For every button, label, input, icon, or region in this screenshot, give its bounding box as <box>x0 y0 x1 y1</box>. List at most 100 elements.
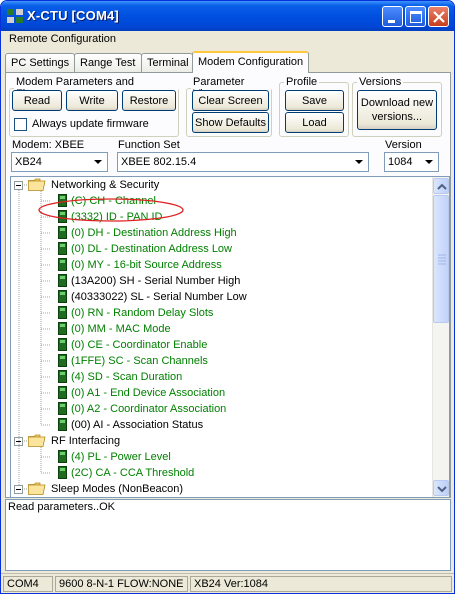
function-set-select[interactable]: XBEE 802.15.4 <box>117 152 369 172</box>
tree-group[interactable]: Networking & Security <box>11 177 431 193</box>
parameter-text: (0) RN - Random Delay Slots <box>71 307 214 319</box>
minimize-button[interactable] <box>382 6 403 27</box>
parameter-icon <box>58 226 67 239</box>
xctu-window: X-CTU [COM4] Remote Configuration PC Set… <box>0 0 455 594</box>
parameter-row[interactable]: (0) RN - Random Delay Slots <box>11 305 431 321</box>
parameter-row[interactable]: (0) DH - Destination Address High <box>11 225 431 241</box>
parameter-icon <box>58 450 67 463</box>
modem-select-value: XB24 <box>15 156 42 168</box>
parameter-row[interactable]: (0) CE - Coordinator Enable <box>11 337 431 353</box>
parameter-icon <box>58 242 67 255</box>
write-button[interactable]: Write <box>66 90 118 111</box>
parameter-tree[interactable]: Networking & Security (C) CH - Channel (33… <box>10 176 450 498</box>
remote-configuration-menu[interactable]: Remote Configuration <box>9 33 116 45</box>
parameter-text: (0) DH - Destination Address High <box>71 227 237 239</box>
tree-group[interactable]: RF Interfacing <box>11 433 431 449</box>
parameter-icon <box>58 306 67 319</box>
scroll-up-icon <box>437 183 447 190</box>
parameter-icon <box>58 354 67 367</box>
parameter-icon <box>58 370 67 383</box>
scroll-down-button[interactable] <box>433 480 449 496</box>
always-update-checkbox[interactable] <box>14 118 27 131</box>
parameter-row[interactable]: (4) PL - Power Level <box>11 449 431 465</box>
collapse-toggle[interactable] <box>14 437 23 446</box>
tree-group-label: Sleep Modes (NonBeacon) <box>51 483 184 495</box>
profile-legend: Profile <box>286 76 318 88</box>
tree-group[interactable]: Sleep Modes (NonBeacon) <box>11 481 431 497</box>
status-port: COM4 <box>3 576 53 592</box>
minus-icon <box>16 441 21 442</box>
parameter-text: (4) SD - Scan Duration <box>71 371 183 383</box>
minus-icon <box>16 489 21 490</box>
parameter-icon <box>58 322 67 335</box>
minus-icon <box>16 185 21 186</box>
parameter-text: (0) CE - Coordinator Enable <box>71 339 208 351</box>
modem-label: Modem: XBEE <box>12 139 85 151</box>
parameter-row[interactable]: (2C) CA - CCA Threshold <box>11 465 431 481</box>
folder-icon <box>28 434 46 447</box>
parameter-row[interactable]: (4) SD - Scan Duration <box>11 369 431 385</box>
parameter-row[interactable]: (0) A1 - End Device Association <box>11 385 431 401</box>
maximize-icon <box>410 11 422 23</box>
restore-button[interactable]: Restore <box>122 90 176 111</box>
collapse-toggle[interactable] <box>14 485 23 494</box>
load-profile-button[interactable]: Load <box>285 112 344 133</box>
function-set-value: XBEE 802.15.4 <box>121 156 197 168</box>
parameter-text: (0) MY - 16-bit Source Address <box>71 259 222 271</box>
tab-modem-configuration[interactable]: Modem Configuration <box>192 51 309 73</box>
tree-scrollbar[interactable] <box>432 177 449 497</box>
tab-pc-settings[interactable]: PC Settings <box>5 53 75 73</box>
download-line-1: Download new <box>360 97 434 109</box>
version-value: 1084 <box>388 156 413 168</box>
parameter-icon <box>58 386 67 399</box>
save-profile-button[interactable]: Save <box>285 90 344 111</box>
scroll-thumb[interactable] <box>433 195 449 323</box>
version-label: Version <box>385 139 422 151</box>
chevron-down-icon <box>351 154 367 170</box>
parameter-text: (2C) CA - CCA Threshold <box>71 467 195 479</box>
tree-group-label: Networking & Security <box>51 179 160 191</box>
close-button[interactable] <box>428 6 449 27</box>
scroll-up-button[interactable] <box>433 178 449 194</box>
parameter-row[interactable]: (0) A2 - Coordinator Association <box>11 401 431 417</box>
folder-icon <box>28 178 46 191</box>
tab-range-test[interactable]: Range Test <box>74 53 142 73</box>
parameter-row[interactable]: (13A200) SH - Serial Number High <box>11 273 431 289</box>
parameter-row[interactable]: (0) MM - MAC Mode <box>11 321 431 337</box>
parameter-icon <box>58 290 67 303</box>
clear-screen-button[interactable]: Clear Screen <box>192 90 269 111</box>
parameter-text: (00) AI - Association Status <box>71 419 204 431</box>
status-settings: 9600 8-N-1 FLOW:NONE <box>55 576 188 592</box>
chevron-down-icon <box>421 154 437 170</box>
modem-select[interactable]: XB24 <box>11 152 108 172</box>
version-select[interactable]: 1084 <box>384 152 439 172</box>
parameter-row[interactable]: (40333022) SL - Serial Number Low <box>11 289 431 305</box>
parameter-row[interactable]: (00) AI - Association Status <box>11 417 431 433</box>
maximize-button[interactable] <box>405 6 426 27</box>
parameter-text: (0) A2 - Coordinator Association <box>71 403 227 415</box>
tab-terminal[interactable]: Terminal <box>141 53 193 73</box>
function-set-label: Function Set <box>118 139 180 151</box>
parameter-row[interactable]: (1FFE) SC - Scan Channels <box>11 353 431 369</box>
parameter-row[interactable]: (0) MY - 16-bit Source Address <box>11 257 431 273</box>
parameter-icon <box>58 338 67 351</box>
download-versions-button[interactable]: Download new versions... <box>357 90 437 130</box>
parameter-text: (40333022) SL - Serial Number Low <box>71 291 247 303</box>
chevron-down-icon <box>90 154 106 170</box>
read-button[interactable]: Read <box>12 90 62 111</box>
versions-legend: Versions <box>359 76 402 88</box>
folder-icon <box>28 482 46 495</box>
modem-configuration-panel: Modem Parameters and Firmware Read Write… <box>5 72 451 498</box>
parameter-icon <box>58 258 67 271</box>
always-update-label: Always update firmware <box>32 118 149 130</box>
app-icon <box>7 9 23 23</box>
show-defaults-button[interactable]: Show Defaults <box>192 112 269 133</box>
title-bar[interactable]: X-CTU [COM4] <box>1 1 454 31</box>
parameter-icon <box>58 402 67 415</box>
parameter-icon <box>58 466 67 479</box>
window-title: X-CTU [COM4] <box>27 8 119 23</box>
parameter-text: (13A200) SH - Serial Number High <box>71 275 241 287</box>
parameter-row[interactable]: (0) DL - Destination Address Low <box>11 241 431 257</box>
collapse-toggle[interactable] <box>14 181 23 190</box>
close-icon <box>433 11 445 23</box>
